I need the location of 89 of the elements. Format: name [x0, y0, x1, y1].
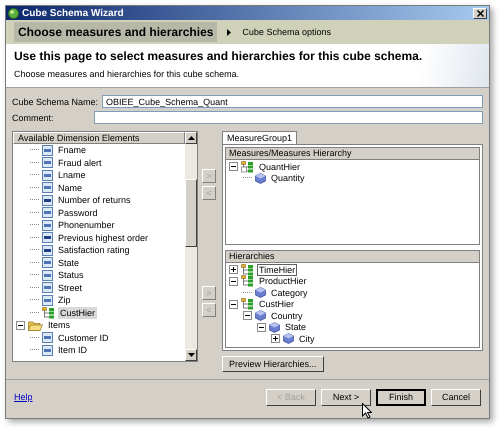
tree-item[interactable]: Password [56, 206, 100, 219]
window-title: Cube Schema Wizard [22, 8, 125, 18]
tree-item[interactable]: State [283, 321, 308, 334]
preview-button[interactable]: Preview Hierarchies... [222, 356, 324, 372]
tree-item[interactable]: Number of returns [56, 194, 133, 206]
expand-icon[interactable] [271, 334, 280, 344]
collapse-icon[interactable] [257, 322, 266, 332]
column-icon [42, 220, 53, 231]
column-icon [42, 294, 53, 306]
tree-item[interactable]: Satisfaction rating [56, 244, 132, 256]
tree-item[interactable]: CustHier [58, 306, 98, 319]
hierarchy-icon [42, 306, 55, 319]
hierarchy-icon [241, 275, 254, 288]
tree-item[interactable]: CustHier [257, 298, 296, 310]
tree-item[interactable]: Lname [56, 169, 88, 182]
collapse-icon[interactable] [16, 320, 25, 330]
tree-item[interactable]: Item ID [56, 344, 90, 356]
down-arrow-icon [188, 353, 194, 357]
page-heading: Use this page to select measures and hierarchies for this cube schema. [14, 49, 424, 63]
tree-item[interactable]: Items [46, 319, 72, 332]
cube-icon [255, 172, 266, 184]
column-icon [42, 157, 53, 168]
tree-item[interactable]: Previous highest order [56, 232, 150, 244]
tree-item[interactable]: State [56, 256, 82, 269]
tree-item[interactable]: Name [56, 182, 84, 194]
column-icon [42, 144, 53, 156]
tree-item[interactable]: ProductHier [257, 275, 309, 288]
tree-item[interactable]: City [297, 332, 316, 345]
close-button[interactable] [473, 8, 487, 18]
collapse-icon[interactable] [229, 276, 238, 286]
folder-icon [28, 320, 43, 331]
column-header: Available Dimension Elements [13, 132, 185, 144]
tree-item[interactable]: Street [56, 282, 84, 294]
column-icon [42, 270, 53, 281]
hierarchy-icon [241, 264, 254, 276]
wizard-button[interactable]: Finish [376, 388, 426, 406]
column-icon [42, 332, 53, 344]
name-field[interactable]: OBIEE_Cube_Schema_Quant [102, 95, 483, 108]
help-link[interactable]: Help [14, 392, 266, 402]
scroll-down-button[interactable] [185, 349, 197, 361]
page-description: Choose measures and hierarchies for this cube schema. [14, 69, 240, 79]
tree-item[interactable]: Fraud alert [56, 156, 104, 169]
column-header: Hierarchies [226, 251, 479, 263]
tree-item[interactable]: TimeHier [257, 264, 298, 276]
field-label: Comment: [12, 112, 55, 122]
cube-icon [255, 287, 266, 298]
column-icon [42, 344, 53, 356]
scroll-up-button[interactable] [185, 132, 197, 144]
collapse-icon[interactable] [229, 300, 238, 309]
column-icon [42, 232, 53, 244]
column-icon [42, 170, 53, 181]
wizard-step[interactable]: Choose measures and hierarchies [14, 22, 218, 42]
up-arrow-icon [188, 136, 194, 140]
cube-icon [255, 310, 266, 322]
column-icon [42, 182, 53, 194]
cube-icon [269, 322, 280, 333]
expand-icon[interactable] [229, 265, 238, 274]
tree-item[interactable]: QuantHier [257, 160, 302, 173]
column-icon [42, 244, 53, 256]
comment-field[interactable] [94, 111, 483, 124]
collapse-icon[interactable] [243, 311, 252, 320]
tree-item[interactable]: Category [269, 286, 310, 299]
tree-item[interactable]: Fname [56, 144, 88, 156]
wizard-step[interactable]: Cube Schema options [242, 27, 331, 37]
column-header: Measures/Measures Hierarchy [226, 148, 479, 160]
tree-item[interactable]: Status [56, 269, 86, 282]
hierarchy-icon [241, 160, 254, 173]
tree-item[interactable]: Country [269, 310, 305, 322]
column-icon [42, 282, 53, 294]
tree-item[interactable]: Customer ID [56, 332, 111, 344]
collapse-icon[interactable] [229, 162, 238, 172]
wizard-button[interactable]: Cancel [431, 388, 481, 406]
tree-item[interactable]: Quantity [269, 172, 307, 184]
mouse-pointer-icon [362, 403, 372, 419]
column-icon [42, 207, 53, 218]
step-arrow-icon [227, 28, 232, 36]
cube-icon [283, 333, 294, 344]
scrollbar[interactable] [185, 144, 197, 361]
close-icon [476, 10, 484, 16]
column-icon [42, 194, 53, 206]
hierarchy-icon [241, 298, 254, 310]
tab[interactable]: MeasureGroup1 [222, 131, 298, 144]
column-icon [42, 257, 53, 268]
tree-item[interactable]: Phonenumber [56, 219, 117, 232]
scroll-thumb[interactable] [185, 179, 197, 247]
app-icon [8, 8, 19, 18]
wizard-button[interactable]: Next > [321, 388, 371, 406]
tree-item[interactable]: Zip [56, 294, 73, 306]
field-label: Cube Schema Name: [12, 96, 100, 106]
